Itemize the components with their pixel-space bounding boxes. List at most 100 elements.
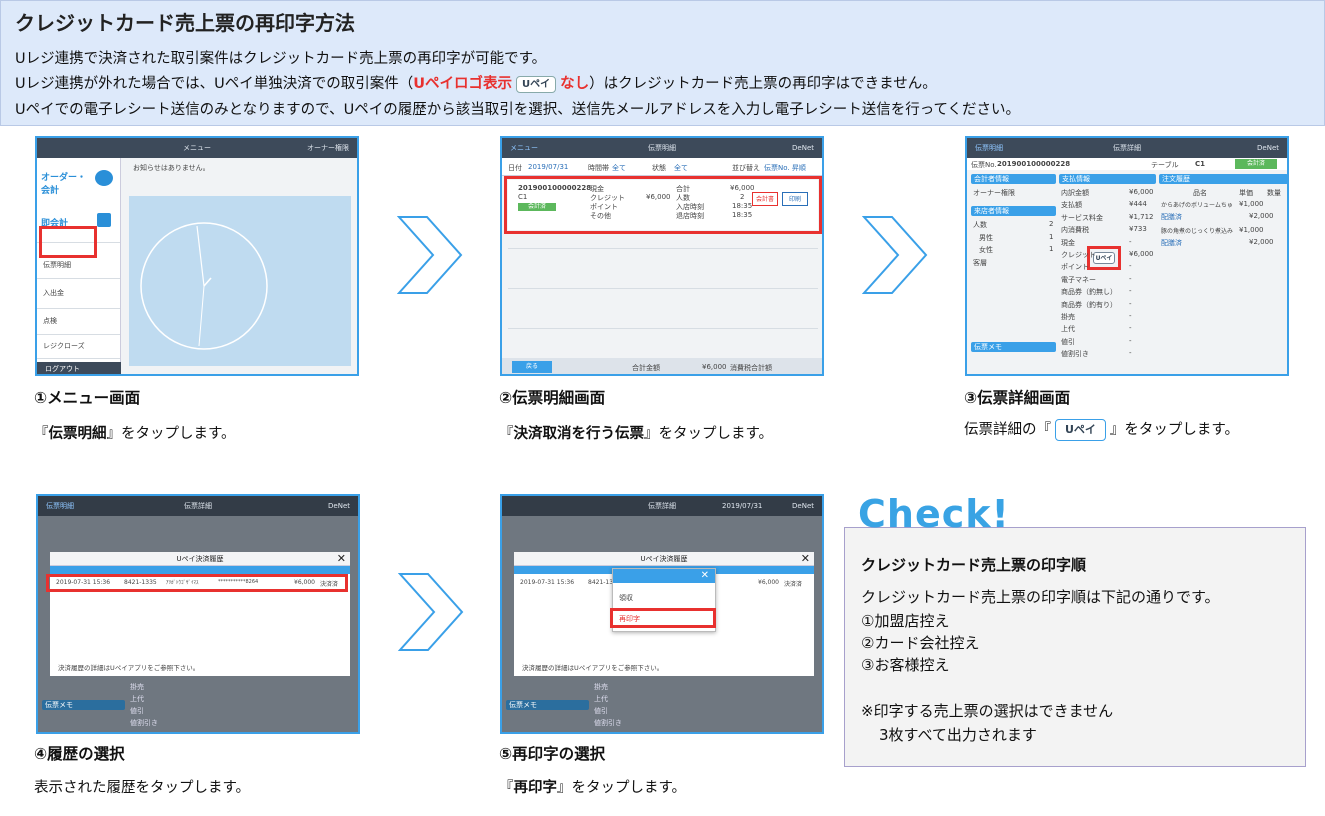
menu-cash-io[interactable]: 入出金 [43,288,64,298]
payment-value: - [1129,336,1132,345]
filter-sort-label: 並び替え [732,164,760,172]
visitor-count-label: 人数 [973,221,987,229]
reprint-status: 決済済 [784,581,803,588]
step2-desc: 『決済取消を行う伝票』をタップします。 [499,422,773,443]
payment-label: 商品券（釣無し） [1061,288,1117,297]
close-icon[interactable]: ✕ [337,552,346,566]
screenshot-slip-list: メニュー 伝票明細 DeNet 日付 2019/07/31 時間帯 全て 状態 … [500,136,824,376]
header-line-3: Uペイでの電子レシート送信のみとなりますので、Uペイの履歴から該当取引を選択、送… [15,102,1021,118]
menu-slip-detail[interactable]: 伝票明細 [43,260,71,270]
col-cashier-head: 会計者情報 [971,174,1056,184]
check-item-3: ③お客様控え [861,656,950,674]
shot2-title: 伝票明細 [648,144,676,152]
memo-head[interactable]: 伝票メモ [971,342,1056,352]
history-table-header [50,566,350,574]
order-item-1: からあげのボリュームちゅ [1161,202,1233,209]
shot4-memo: 伝票メモ [42,700,125,710]
shot3-topbar: 伝票明細 伝票詳細 DeNet [967,138,1287,158]
reprint-note: 決済履歴の詳細はUペイアプリをご参照下さい。 [522,664,664,672]
step1-desc: 『伝票明細』をタップします。 [34,422,236,443]
popup-receipt[interactable]: 領収 [619,593,633,603]
male-label: 男性 [979,234,993,242]
order-col-qty: 数量 [1267,189,1281,197]
shot3-slip-header: 伝票No. 201900100000228 テーブル C1 会計済 [967,158,1287,170]
step3-desc-pre: 伝票詳細の『 [964,422,1051,438]
header-line-2: Uレジ連携が外れた場合では、Uペイ単独決済での取引案件（Uペイロゴ表示 Uペイ なし… [15,72,937,93]
close-icon[interactable]: ✕ [801,552,810,566]
none-label: なし [560,76,590,92]
step2-desc-post: 』をタップします。 [644,426,774,442]
payment-label: 電子マネー [1061,275,1096,284]
header-line-2-pre: Uレジ連携が外れた場合では、Uペイ単独決済での取引案件（ [15,76,414,92]
shot5-topbar: 伝票詳細 2019/07/31 DeNet [502,496,822,516]
clock-panel [129,196,351,366]
order-col-price: 単価 [1239,189,1253,197]
filter-time-value[interactable]: 全て [612,163,626,173]
order-item-1-price: ¥1,000 [1239,200,1264,208]
shot5-item-kakeuri: 掛売 [594,683,608,691]
order-item-2-sum: ¥2,000 [1249,238,1274,246]
order-checkout-label[interactable]: オーダー・会計 [41,170,91,196]
check-note-1: ※印字する売上票の選択はできません [861,702,1114,720]
bottom-total-label: 合計金額 [632,364,660,372]
step3-title: ③伝票詳細画面 [964,389,1071,407]
check-title: Check! [858,492,1010,536]
step3-desc: 伝票詳細の『 Uペイ 』をタップします。 [964,418,1239,441]
order-col-name: 品名 [1193,189,1207,197]
payment-label: 値引 [1061,337,1075,346]
shot3-back[interactable]: 伝票明細 [975,138,1003,158]
shot2-bottom-bar: 戻る 合計金額 ¥6,000 消費税合計額 [502,358,822,374]
highlight-slip-row [504,176,822,234]
shot5-item-nebiki2: 値割引き [594,719,622,727]
shot2-back-button[interactable]: 戻る [512,361,552,373]
filter-sort-value[interactable]: 伝票No. 昇順 [764,163,806,173]
female-label: 女性 [979,246,993,254]
step2-desc-bold: 決済取消を行う伝票 [513,426,645,442]
shot4-item-jodai: 上代 [130,695,144,703]
col-order-head: 注文履歴 [1159,174,1287,184]
shot5-item-jodai: 上代 [594,695,608,703]
male-value: 1 [1049,233,1054,241]
payment-value: ¥733 [1129,225,1147,234]
payment-value: - [1129,324,1132,333]
slip-no-label: 伝票No. [971,161,997,169]
check-item-2: ②カード会社控え [861,634,980,652]
clock-icon [140,222,268,350]
order-item-1-status: 配膳済 [1161,213,1182,221]
menu-inspection[interactable]: 点検 [43,316,57,326]
payment-value: - [1129,237,1132,246]
payment-value: - [1129,287,1132,296]
order-item-1-sum: ¥2,000 [1249,212,1274,220]
shot1-owner: オーナー権限 [307,144,349,152]
popup-close-icon[interactable]: ✕ [701,569,709,583]
upay-logo-label: Uペイロゴ表示 [413,76,513,92]
shot1-topbar-title: メニュー [183,144,211,152]
logout-label: ログアウト [45,365,80,373]
shot4-item-nebiki2: 値割引き [130,719,158,727]
step5-title: ⑤再印字の選択 [499,745,606,763]
logout-button[interactable]: ログアウト [37,362,121,374]
next-step-arrow-3 [398,573,464,651]
filter-status-value[interactable]: 全て [674,163,688,173]
check-body: クレジットカード売上票の印字順は下記の通りです。 [861,588,1220,606]
highlight-history-row [46,574,348,592]
history-note: 決済履歴の詳細はUペイアプリをご参照下さい。 [58,664,200,672]
menu-register-close[interactable]: レジクローズ [43,341,85,351]
next-step-arrow-2 [862,216,928,294]
status-badge: 会計済 [1235,159,1277,169]
check-item-1: ①加盟店控え [861,612,950,630]
payment-label: 内消費税 [1061,226,1089,235]
filter-date-value[interactable]: 2019/07/31 [528,163,568,171]
shot2-back[interactable]: メニュー [510,138,538,158]
step5-desc: 『再印字』をタップします。 [499,776,686,797]
payment-value: ¥6,000 [1129,250,1154,258]
payment-label: ポイント [1061,263,1089,272]
shot2-filter-bar: 日付 2019/07/31 時間帯 全て 状態 全て 並び替え 伝票No. 昇順 [502,158,822,176]
step2-desc-pre: 『 [499,426,514,442]
col-visitor-head: 来店者情報 [971,206,1056,216]
payment-label: 内訳金額 [1061,189,1089,197]
step5-desc-pre: 『 [499,780,514,796]
shot2-right: DeNet [792,144,814,152]
step4-title: ④履歴の選択 [34,745,125,763]
col-payment-head: 支払情報 [1059,174,1156,184]
